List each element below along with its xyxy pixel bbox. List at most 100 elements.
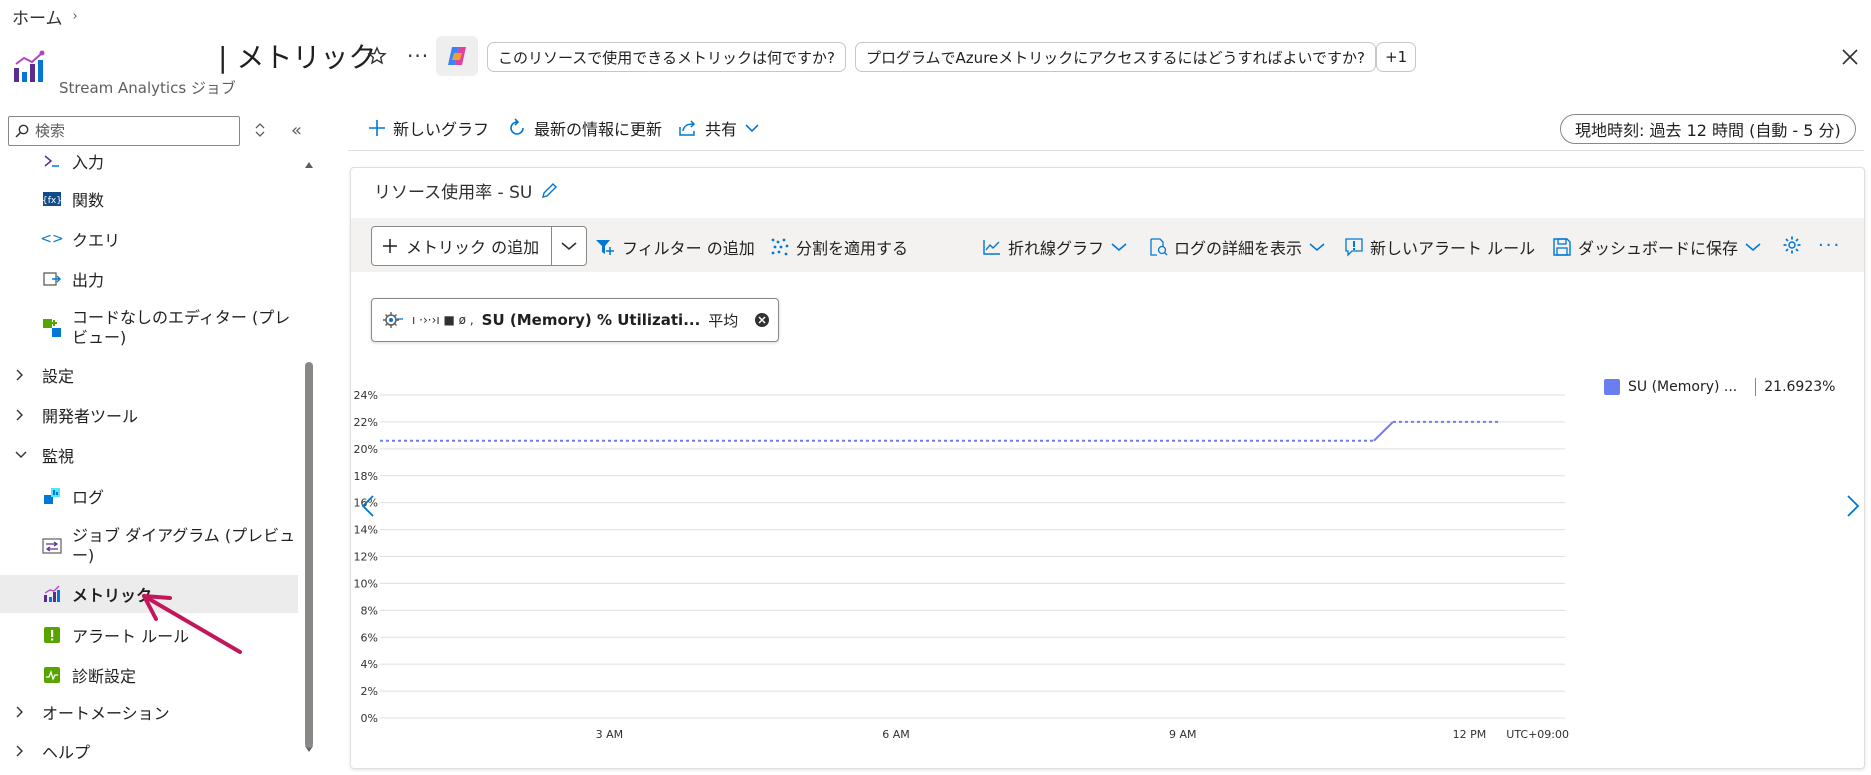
x-tick-label: 3 AM [596,728,624,740]
suggestion-chip-programmatic-access[interactable]: プログラムでAzureメトリックにアクセスするにはどうすればよいですか? [855,42,1377,72]
sidebar-item-label: クエリ [72,231,121,250]
chart-title[interactable]: リソース使用率 - SU [374,178,558,203]
chevron-right-icon[interactable] [1846,495,1860,517]
chevron-left-icon[interactable] [361,495,375,517]
y-tick-label: 2% [361,685,378,698]
close-icon[interactable] [1842,49,1858,65]
search-icon [15,124,29,138]
chevron-right-icon [14,744,24,758]
sidebar-group-label: ヘルプ [42,743,91,762]
new-alert-label: 新しいアラート ルール [1370,239,1536,258]
view-logs-label: ログの詳細を表示 [1174,239,1303,258]
line-chart-dropdown[interactable]: 折れ線グラフ [982,235,1128,259]
line-chart-label: 折れ線グラフ [1008,239,1105,258]
sidebar-group-monitoring[interactable]: 監視 [0,444,298,466]
sidebar-group-developer-tools[interactable]: 開発者ツール [0,404,298,426]
share-icon [678,119,698,137]
chevron-right-icon: › [72,9,78,24]
copilot-icon[interactable] [436,36,478,76]
sidebar-group-label: 設定 [42,367,75,386]
sidebar-item-query[interactable]: <> クエリ [0,228,298,250]
sidebar-group-label: オートメーション [42,704,170,723]
sidebar-group-label: 監視 [42,447,75,466]
new-alert-rule-button[interactable]: 新しいアラート ルール [1344,235,1535,259]
save-dashboard-label: ダッシュボードに保存 [1578,239,1739,258]
add-metric-button[interactable]: メトリック の追加 [372,227,552,265]
new-chart-label: 新しいグラフ [393,120,490,139]
logs-search-icon [1148,237,1168,257]
sidebar-item-label: 出力 [72,271,105,290]
save-to-dashboard-dropdown[interactable]: ダッシュボードに保存 [1552,235,1762,259]
apply-split-button[interactable]: 分割を適用する [770,235,908,259]
metric-name: SU (Memory) % Utilizati... [481,311,701,329]
collapse-sidebar-icon[interactable]: « [291,120,302,141]
search-input[interactable] [35,122,225,140]
sidebar-scroll-thumb[interactable] [305,362,313,748]
sidebar-item-job-diagram[interactable]: ジョブ ダイアグラム (プレビュ ー) [0,524,298,568]
chart-title-text: リソース使用率 - SU [374,183,533,203]
diagnostic-settings-icon [42,665,62,685]
metrics-icon [42,584,62,604]
chart-legend[interactable]: SU (Memory) ... 21.6923% [1604,378,1835,396]
favorite-star-icon[interactable] [367,46,387,66]
chevron-down-icon [14,450,28,460]
suggestion-chip-available-metrics[interactable]: このリソースで使用できるメトリックは何ですか? [487,42,846,72]
sidebar-item-no-code-editor[interactable]: コードなしのエディター (プレ ビュー) [0,306,298,350]
metric-aggregation: 平均 [708,311,739,330]
sidebar-item-output[interactable]: 出力 [0,268,298,290]
alert-icon [1344,237,1364,257]
remove-metric-icon[interactable] [754,312,770,328]
refresh-icon [507,118,527,138]
suggestion-chip-more[interactable]: +1 [1376,42,1417,72]
edit-pencil-icon[interactable] [540,182,558,200]
gear-icon [1782,235,1802,255]
y-tick-label: 8% [361,604,378,617]
no-code-editor-icon [42,318,62,338]
x-tick-label: 6 AM [882,728,910,740]
more-options-button[interactable]: ··· [407,44,429,68]
split-icon [770,237,790,257]
y-tick-label: 4% [361,658,378,671]
sidebar-group-settings[interactable]: 設定 [0,364,298,386]
view-logs-dropdown[interactable]: ログの詳細を表示 [1148,235,1326,259]
sidebar-search[interactable] [8,116,240,146]
sidebar-item-diagnostic-settings[interactable]: 診断設定 [0,664,298,686]
sidebar-group-help[interactable]: ヘルプ [0,740,298,762]
timezone-label: UTC+09:00 [1506,728,1569,740]
chevron-down-icon [1110,242,1128,252]
x-tick-label: 9 AM [1169,728,1197,740]
chevron-right-icon [14,705,24,719]
annotation-arrow [130,580,250,660]
sort-updown-icon[interactable] [254,121,266,139]
more-chart-options-button[interactable]: ··· [1818,235,1841,256]
page-subtitle: Stream Analytics ジョブ [59,79,236,97]
refresh-label: 最新の情報に更新 [534,120,663,139]
sidebar-item-logs[interactable]: ログ [0,485,298,507]
breadcrumb: ホーム › [12,4,78,29]
sidebar-item-label: コードなしのエディター (プレ [72,308,291,327]
new-chart-button[interactable]: 新しいグラフ [368,116,489,140]
y-tick-label: 12% [354,551,378,564]
sidebar-item-input[interactable]: 入力 [0,150,298,172]
chart-settings-button[interactable] [1782,235,1802,255]
metric-pill[interactable]: ı ·›·›ı ■ ø , SU (Memory) % Utilizati...… [371,298,779,342]
refresh-button[interactable]: 最新の情報に更新 [507,116,662,140]
sidebar-item-functions[interactable]: {fx} 関数 [0,188,298,210]
divider [348,150,1864,151]
add-filter-label: フィルター の追加 [622,239,755,258]
alert-rules-icon [42,625,62,645]
legend-series-value: 21.6923% [1764,379,1836,395]
y-tick-label: 22% [354,416,378,429]
breadcrumb-home-link[interactable]: ホーム [12,4,63,29]
sidebar-group-automation[interactable]: オートメーション [0,701,298,723]
chevron-down-icon[interactable] [552,241,586,251]
add-metric-split-button[interactable]: メトリック の追加 [371,226,587,266]
job-diagram-icon [42,536,62,556]
add-filter-button[interactable]: フィルター の追加 [594,235,755,259]
y-tick-label: 14% [354,524,378,537]
time-range-picker[interactable]: 現地時刻: 過去 12 時間 (自動 - 5 分) [1560,114,1856,144]
chevron-down-icon [1308,242,1326,252]
stream-analytics-resource-icon [382,311,404,329]
metric-resource-name: ı ·›·›ı ■ ø , [412,313,474,327]
share-button[interactable]: 共有 [678,116,760,140]
